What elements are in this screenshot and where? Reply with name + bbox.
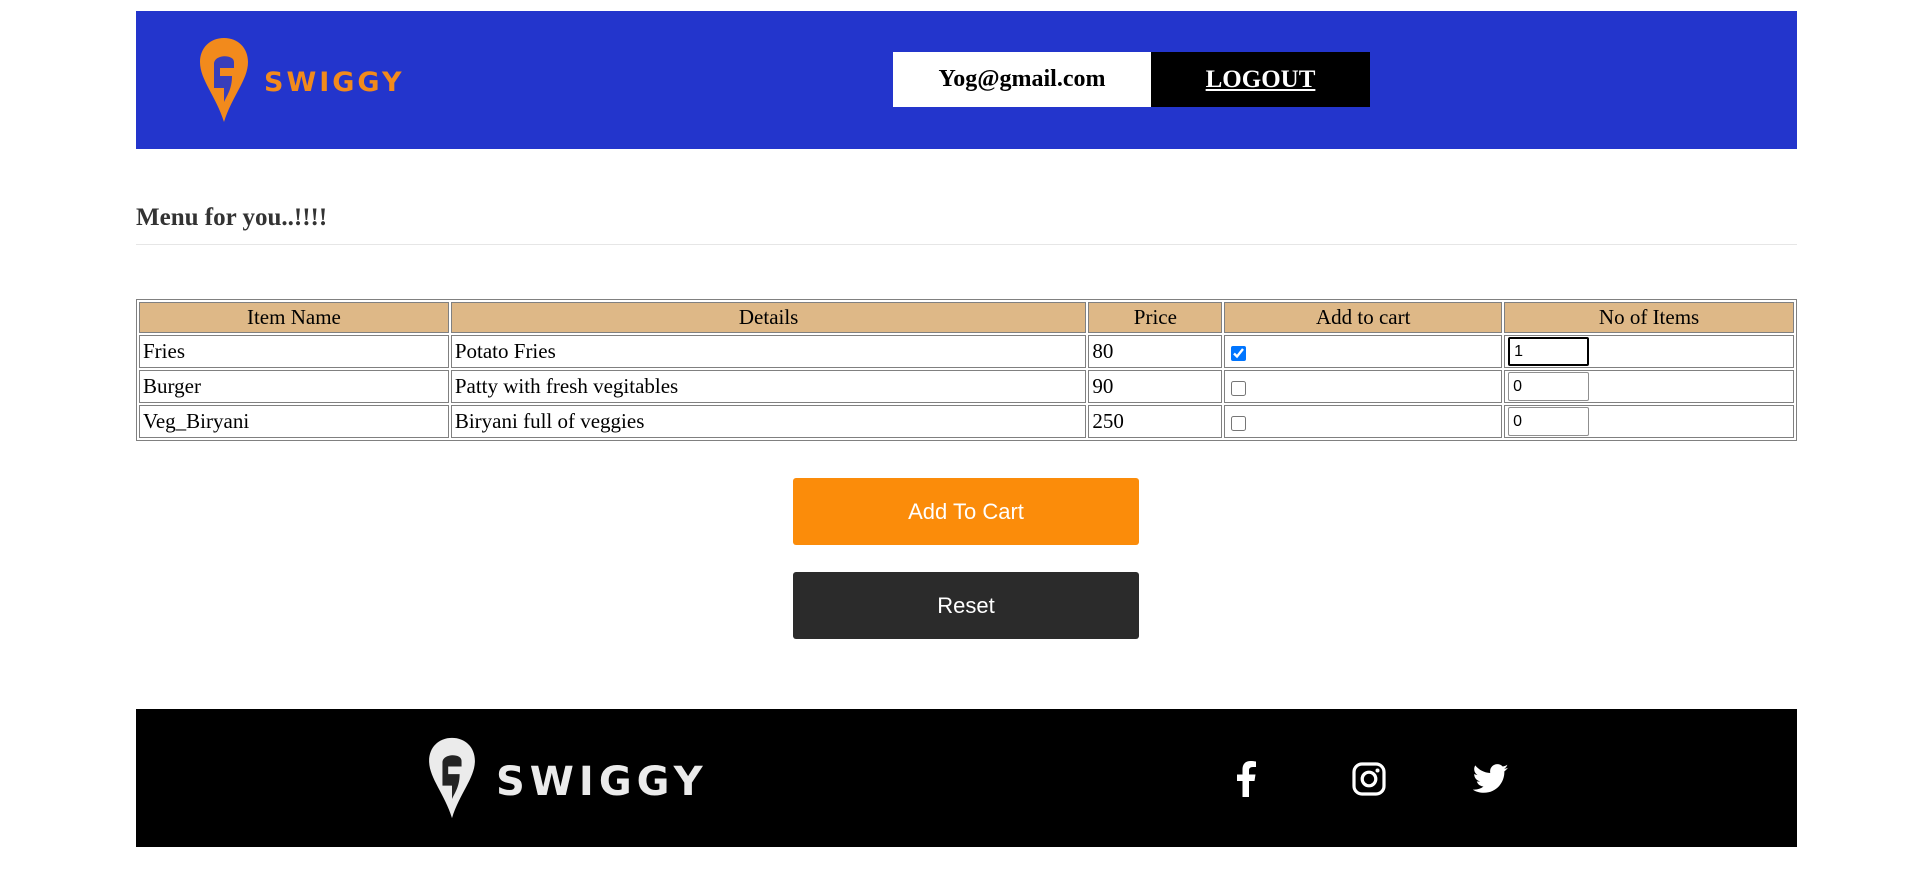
item-price: 80	[1088, 335, 1223, 368]
quantity-cell	[1504, 405, 1794, 438]
item-details: Patty with fresh vegitables	[450, 370, 1087, 403]
add-to-cart-checkbox[interactable]	[1231, 380, 1247, 396]
quantity-input[interactable]	[1508, 407, 1590, 436]
table-row: Fries Potato Fries 80	[139, 335, 1794, 368]
twitter-icon[interactable]	[1471, 759, 1511, 799]
footer-brand-name: SWIGGY	[496, 759, 708, 805]
footer-bar: SWIGGY	[136, 709, 1797, 847]
column-header: Details	[450, 302, 1087, 333]
quantity-input[interactable]	[1508, 337, 1590, 366]
item-price: 90	[1088, 370, 1223, 403]
quantity-cell	[1504, 370, 1794, 403]
column-header: Add to cart	[1224, 302, 1503, 333]
item-details: Potato Fries	[450, 335, 1087, 368]
item-name: Burger	[139, 370, 449, 403]
title-divider	[136, 244, 1797, 245]
footer-swiggy-logo[interactable]: SWIGGY	[426, 736, 708, 820]
add-to-cart-checkbox[interactable]	[1231, 345, 1247, 361]
column-header: Item Name	[139, 302, 449, 333]
item-name: Veg_Biryani	[139, 405, 449, 438]
item-name: Fries	[139, 335, 449, 368]
header-bar: SWIGGY Yog@gmail.com LOGOUT	[136, 11, 1797, 149]
table-row: Veg_Biryani Biryani full of veggies 250	[139, 405, 1794, 438]
quantity-input[interactable]	[1508, 372, 1590, 401]
page: SWIGGY Yog@gmail.com LOGOUT Menu for you…	[0, 0, 1920, 882]
column-header: No of Items	[1504, 302, 1794, 333]
menu-table: Item Name Details Price Add to cart No o…	[136, 299, 1797, 441]
quantity-cell	[1504, 335, 1794, 368]
brand-name: SWIGGY	[264, 66, 405, 98]
page-title: Menu for you..!!!!	[136, 204, 328, 231]
logout-button[interactable]: LOGOUT	[1151, 52, 1370, 107]
add-to-cart-cell	[1224, 335, 1503, 368]
table-header-row: Item Name Details Price Add to cart No o…	[139, 302, 1794, 333]
swiggy-pin-icon	[200, 38, 248, 122]
item-details: Biryani full of veggies	[450, 405, 1087, 438]
facebook-icon[interactable]	[1226, 759, 1266, 799]
swiggy-pin-icon	[429, 737, 475, 819]
column-header: Price	[1088, 302, 1223, 333]
user-email: Yog@gmail.com	[893, 52, 1151, 107]
instagram-icon[interactable]	[1349, 759, 1389, 799]
swiggy-logo[interactable]: SWIGGY	[198, 36, 405, 124]
reset-button[interactable]: Reset	[793, 572, 1139, 639]
add-to-cart-button[interactable]: Add To Cart	[793, 478, 1139, 545]
table-row: Burger Patty with fresh vegitables 90	[139, 370, 1794, 403]
add-to-cart-checkbox[interactable]	[1231, 415, 1247, 431]
item-price: 250	[1088, 405, 1223, 438]
add-to-cart-cell	[1224, 405, 1503, 438]
add-to-cart-cell	[1224, 370, 1503, 403]
